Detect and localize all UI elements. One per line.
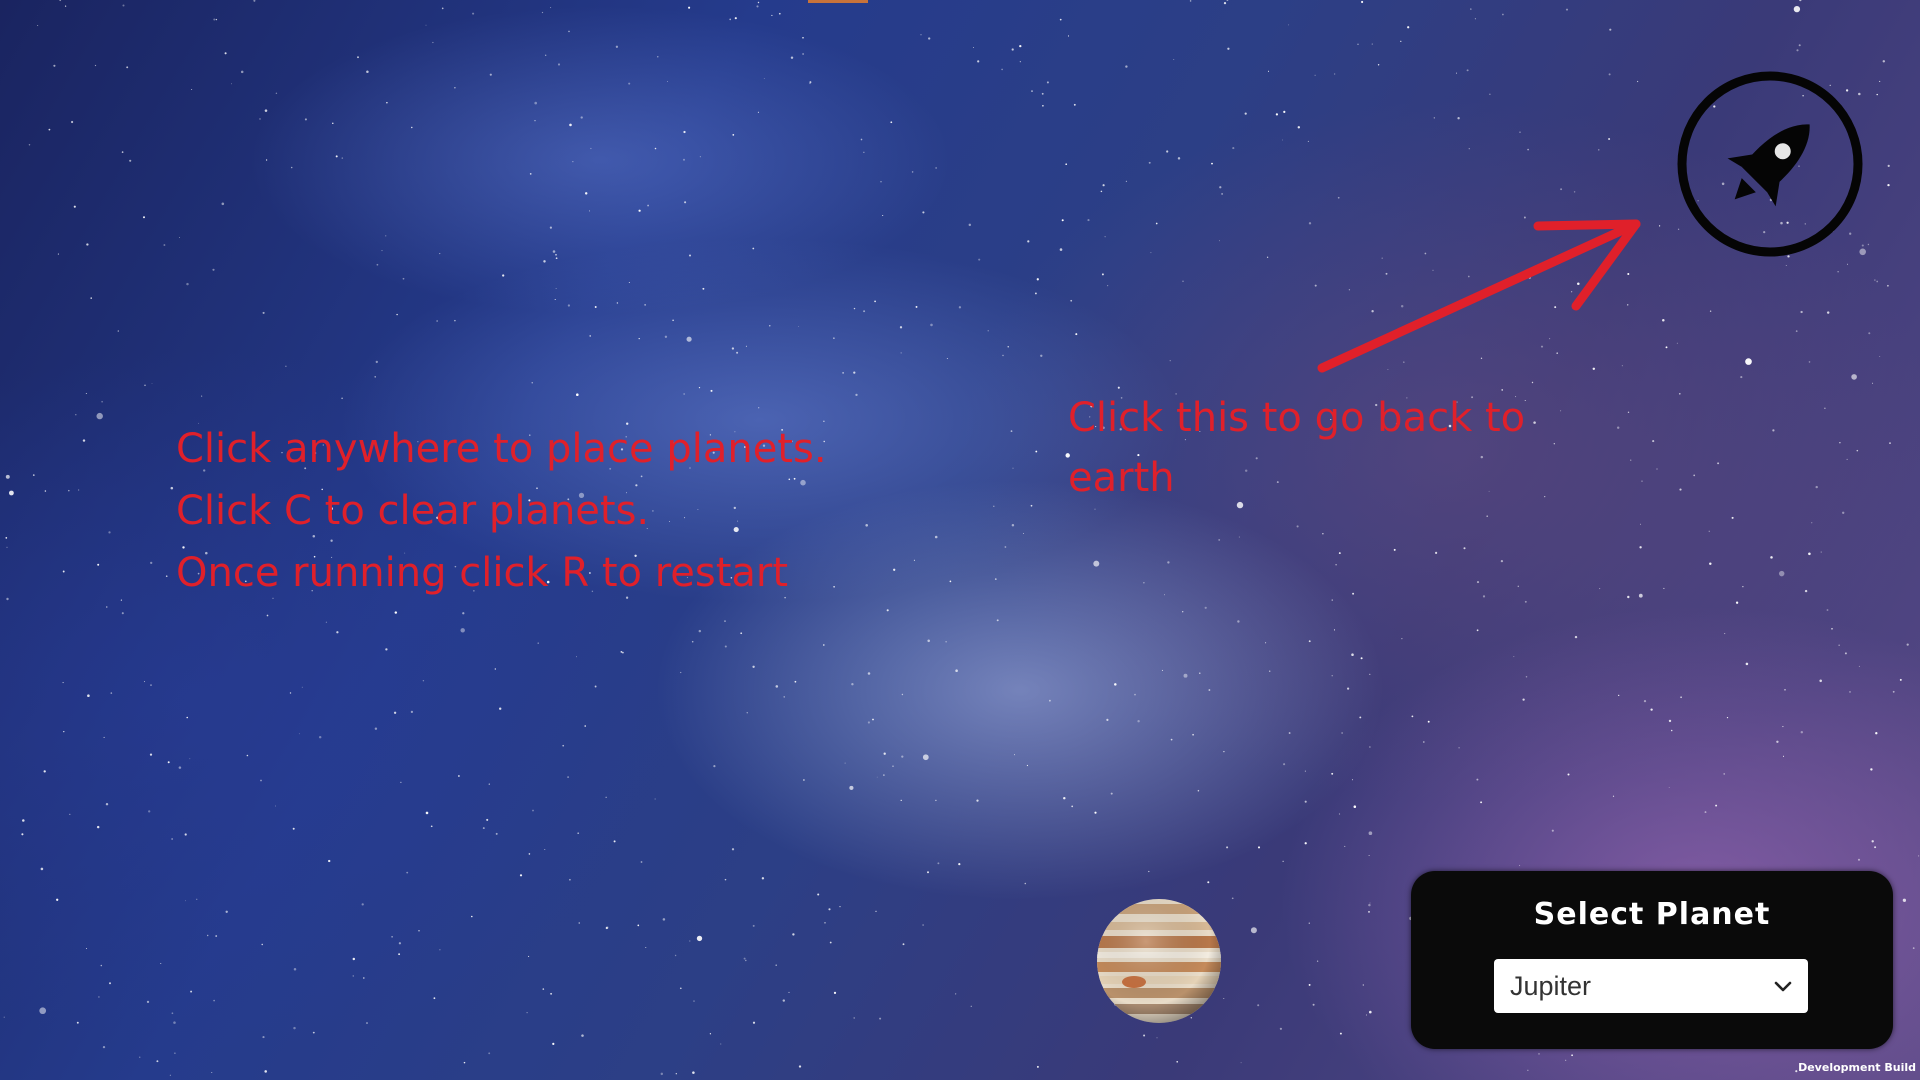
planet-dropdown-value: Jupiter <box>1510 971 1592 1001</box>
development-build-label: Development Build <box>1798 1061 1916 1074</box>
instructions-text: Click anywhere to place planets. Click C… <box>176 418 896 604</box>
arrow-icon <box>1317 219 1641 373</box>
panel-title: Select Planet <box>1533 897 1771 932</box>
instruction-line-restart: Once running click R to restart <box>176 550 789 596</box>
planet-preview <box>1094 896 1224 1026</box>
jupiter-planet-icon <box>1097 899 1221 1023</box>
planet-dropdown[interactable]: Jupiter <box>1494 959 1808 1013</box>
top-edge-marker <box>808 0 868 3</box>
space-background[interactable]: Click anywhere to place planets. Click C… <box>0 0 1920 1080</box>
back-hint-text: Click this to go back to earth <box>1068 395 1526 501</box>
instruction-line-clear: Click C to clear planets. <box>176 488 650 534</box>
instruction-line-place: Click anywhere to place planets. <box>176 426 827 472</box>
back-to-earth-button[interactable] <box>1674 68 1866 260</box>
planet-selector-panel: Select Planet Jupiter <box>1411 871 1893 1049</box>
chevron-down-icon <box>1774 981 1792 992</box>
rocket-icon <box>1677 71 1863 257</box>
